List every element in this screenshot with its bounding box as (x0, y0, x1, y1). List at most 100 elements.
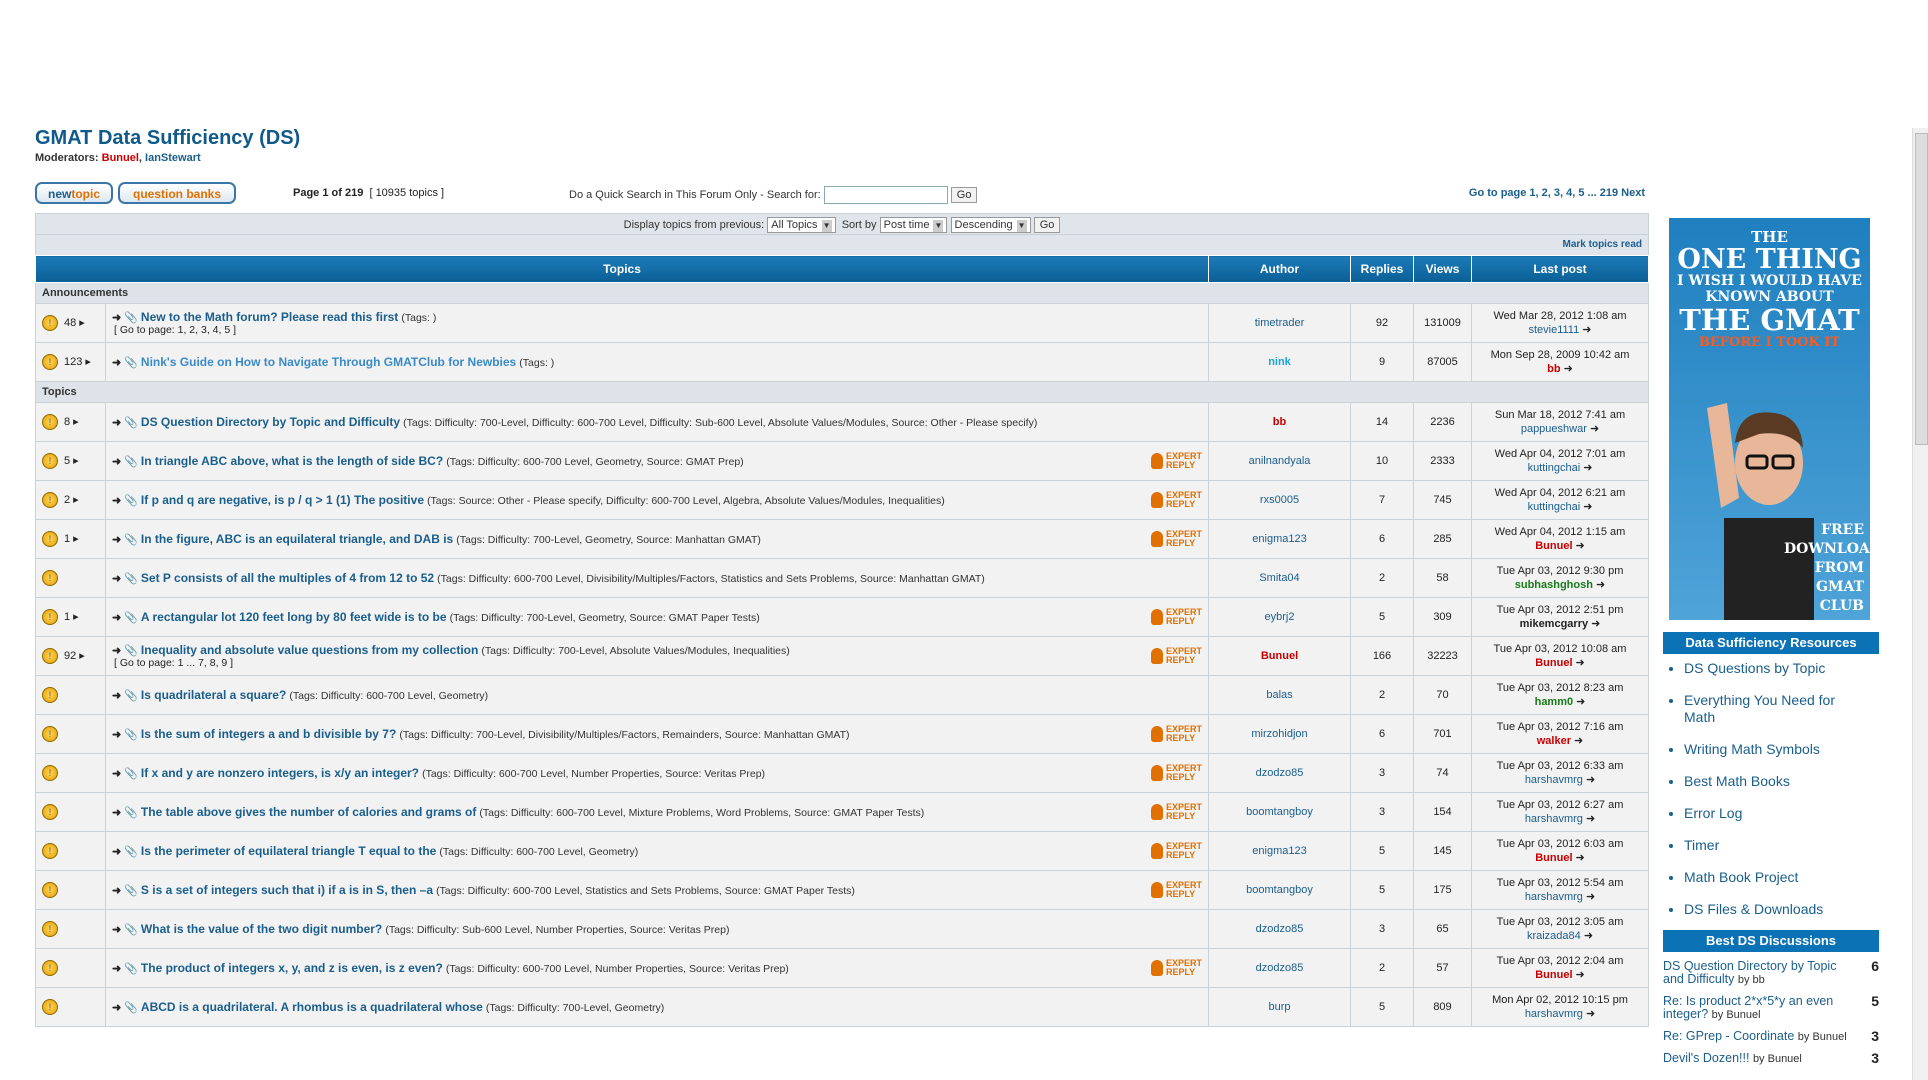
topic-tags[interactable]: (Tags: Difficulty: 700-Level, Geometry, … (456, 534, 761, 546)
topic-tags[interactable]: (Tags: Difficulty: 600-700 Level, Geomet… (289, 690, 488, 702)
topic-title-link[interactable]: Is the sum of integers a and b divisible… (141, 727, 396, 741)
col-last-post[interactable]: Last post (1471, 255, 1649, 283)
view-latest-icon[interactable]: ➜ (1561, 363, 1573, 375)
topic-tags[interactable]: (Tags: Difficulty: 600-700 Level, Mixtur… (479, 807, 924, 819)
topic-tags[interactable]: (Tags: Difficulty: 600-700 Level, Divisi… (437, 573, 985, 585)
col-replies[interactable]: Replies (1350, 255, 1414, 283)
topic-tags[interactable]: (Tags: Difficulty: 600-700 Level, Statis… (436, 885, 855, 897)
topic-title-link[interactable]: DS Question Directory by Topic and Diffi… (141, 415, 400, 429)
last-post-user-link[interactable]: Bunuel (1535, 540, 1572, 552)
goto-arrow-icon[interactable]: ➜ (112, 690, 121, 702)
scrollbar[interactable] (1912, 128, 1928, 1080)
goto-arrow-icon[interactable]: ➜ (112, 846, 121, 858)
last-post-user-link[interactable]: subhashghosh (1515, 579, 1593, 591)
topic-tags[interactable]: (Tags: Difficulty: 700-Level, Difficulty… (403, 417, 1037, 429)
topic-tags[interactable]: (Tags: Difficulty: 700-Level, Absolute V… (481, 645, 789, 657)
author-link[interactable]: anilnandyala (1208, 441, 1351, 481)
resource-link[interactable]: Best Math Books (1684, 773, 1854, 790)
topic-title-link[interactable]: The table above gives the number of calo… (141, 805, 476, 819)
view-latest-icon[interactable]: ➜ (1579, 324, 1591, 336)
topic-tags[interactable]: (Tags: Difficulty: 600-700 Level, Geomet… (446, 456, 743, 468)
topic-title-link[interactable]: Is quadrilateral a square? (141, 688, 286, 702)
last-post-user-link[interactable]: Bunuel (1535, 852, 1572, 864)
goto-arrow-icon[interactable]: ➜ (112, 807, 121, 819)
author-link[interactable]: enigma123 (1208, 831, 1351, 871)
topic-tags[interactable]: (Tags: Difficulty: 600-700 Level, Number… (446, 963, 789, 975)
discussion-item[interactable]: Re: Is product 2*x*5*y an even integer? … (1663, 994, 1879, 1022)
last-post-user-link[interactable]: hamm0 (1535, 696, 1574, 708)
view-latest-icon[interactable]: ➜ (1573, 657, 1585, 669)
search-go-button[interactable]: Go (950, 187, 978, 203)
author-link[interactable]: eybrj2 (1208, 597, 1351, 637)
author-link[interactable]: Smita04 (1208, 558, 1351, 598)
topic-title-link[interactable]: A rectangular lot 120 feet long by 80 fe… (141, 610, 447, 624)
topic-tags[interactable]: (Tags: ) (401, 312, 436, 324)
last-post-user-link[interactable]: bb (1547, 363, 1560, 375)
view-latest-icon[interactable]: ➜ (1588, 618, 1600, 630)
topic-pagination[interactable]: [ Go to page: 1 ... 7, 8, 9 ] (112, 657, 1202, 669)
last-post-user-link[interactable]: kuttingchai (1528, 462, 1581, 474)
discussion-link[interactable]: Devil's Dozen!!! by Bunuel (1663, 1052, 1853, 1066)
last-post-user-link[interactable]: kraizada84 (1527, 930, 1581, 942)
resource-link[interactable]: DS Questions by Topic (1684, 660, 1854, 677)
last-post-user-link[interactable]: mikemcgarry (1520, 618, 1589, 630)
last-post-user-link[interactable]: kuttingchai (1528, 501, 1581, 513)
topic-pagination[interactable]: [ Go to page: 1, 2, 3, 4, 5 ] (112, 324, 1202, 336)
author-link[interactable]: boomtangboy (1208, 792, 1351, 832)
last-post-user-link[interactable]: Bunuel (1535, 657, 1572, 669)
goto-arrow-icon[interactable]: ➜ (112, 924, 121, 936)
view-latest-icon[interactable]: ➜ (1587, 423, 1599, 435)
view-latest-icon[interactable]: ➜ (1580, 462, 1592, 474)
view-latest-icon[interactable]: ➜ (1583, 813, 1595, 825)
author-link[interactable]: boomtangboy (1208, 870, 1351, 910)
filter-go-button[interactable]: Go (1033, 217, 1061, 234)
col-topics[interactable]: Topics (35, 255, 1209, 283)
last-post-user-link[interactable]: harshavmrg (1525, 891, 1583, 903)
last-post-user-link[interactable]: stevie1111 (1528, 324, 1579, 336)
scrollbar-thumb[interactable] (1915, 133, 1928, 445)
resource-link[interactable]: DS Files & Downloads (1684, 901, 1854, 918)
discussion-item[interactable]: Devil's Dozen!!! by Bunuel 3 (1663, 1051, 1879, 1066)
author-link[interactable]: burp (1208, 987, 1351, 1027)
last-post-user-link[interactable]: Bunuel (1535, 969, 1572, 981)
topic-title-link[interactable]: What is the value of the two digit numbe… (141, 922, 382, 936)
mark-topics-read-link[interactable]: Mark topics read (35, 235, 1649, 255)
moderator-link[interactable]: IanStewart (145, 152, 201, 164)
pagination[interactable]: Go to page 1, 2, 3, 4, 5 ... 219 Next (1469, 187, 1645, 199)
topic-title-link[interactable]: Set P consists of all the multiples of 4… (141, 571, 434, 585)
col-author[interactable]: Author (1208, 255, 1351, 283)
topic-title-link[interactable]: In triangle ABC above, what is the lengt… (141, 454, 443, 468)
discussion-link[interactable]: DS Question Directory by Topic and Diffi… (1663, 960, 1853, 987)
resource-link[interactable]: Timer (1684, 837, 1854, 854)
view-latest-icon[interactable]: ➜ (1583, 1008, 1595, 1020)
author-link[interactable]: Bunuel (1208, 636, 1351, 676)
discussion-link[interactable]: Re: Is product 2*x*5*y an even integer? … (1663, 995, 1853, 1022)
topic-tags[interactable]: (Tags: ) (519, 357, 554, 369)
topic-title-link[interactable]: The product of integers x, y, and z is e… (141, 961, 443, 975)
view-latest-icon[interactable]: ➜ (1573, 696, 1585, 708)
view-latest-icon[interactable]: ➜ (1581, 930, 1593, 942)
period-select[interactable]: All Topics ▼ (767, 217, 836, 234)
topic-title-link[interactable]: Is the perimeter of equilateral triangle… (141, 844, 436, 858)
author-link[interactable]: nink (1208, 342, 1351, 382)
last-post-user-link[interactable]: harshavmrg (1525, 774, 1583, 786)
order-select[interactable]: Descending ▼ (950, 217, 1031, 234)
author-link[interactable]: dzodzo85 (1208, 753, 1351, 793)
topic-tags[interactable]: (Tags: Difficulty: 700-Level, Geometry, … (450, 612, 760, 624)
goto-arrow-icon[interactable]: ➜ (112, 357, 121, 369)
topic-tags[interactable]: (Tags: Difficulty: 700-Level, Divisibili… (399, 729, 849, 741)
view-latest-icon[interactable]: ➜ (1583, 774, 1595, 786)
discussion-item[interactable]: DS Question Directory by Topic and Diffi… (1663, 959, 1879, 987)
author-link[interactable]: bb (1208, 402, 1351, 442)
author-link[interactable]: dzodzo85 (1208, 909, 1351, 949)
view-latest-icon[interactable]: ➜ (1583, 891, 1595, 903)
view-latest-icon[interactable]: ➜ (1573, 852, 1585, 864)
goto-arrow-icon[interactable]: ➜ (112, 417, 121, 429)
view-latest-icon[interactable]: ➜ (1571, 735, 1583, 747)
goto-arrow-icon[interactable]: ➜ (112, 645, 121, 657)
topic-tags[interactable]: (Tags: Difficulty: Sub-600 Level, Number… (385, 924, 729, 936)
view-latest-icon[interactable]: ➜ (1580, 501, 1592, 513)
author-link[interactable]: enigma123 (1208, 519, 1351, 559)
goto-arrow-icon[interactable]: ➜ (112, 495, 121, 507)
goto-arrow-icon[interactable]: ➜ (112, 963, 121, 975)
